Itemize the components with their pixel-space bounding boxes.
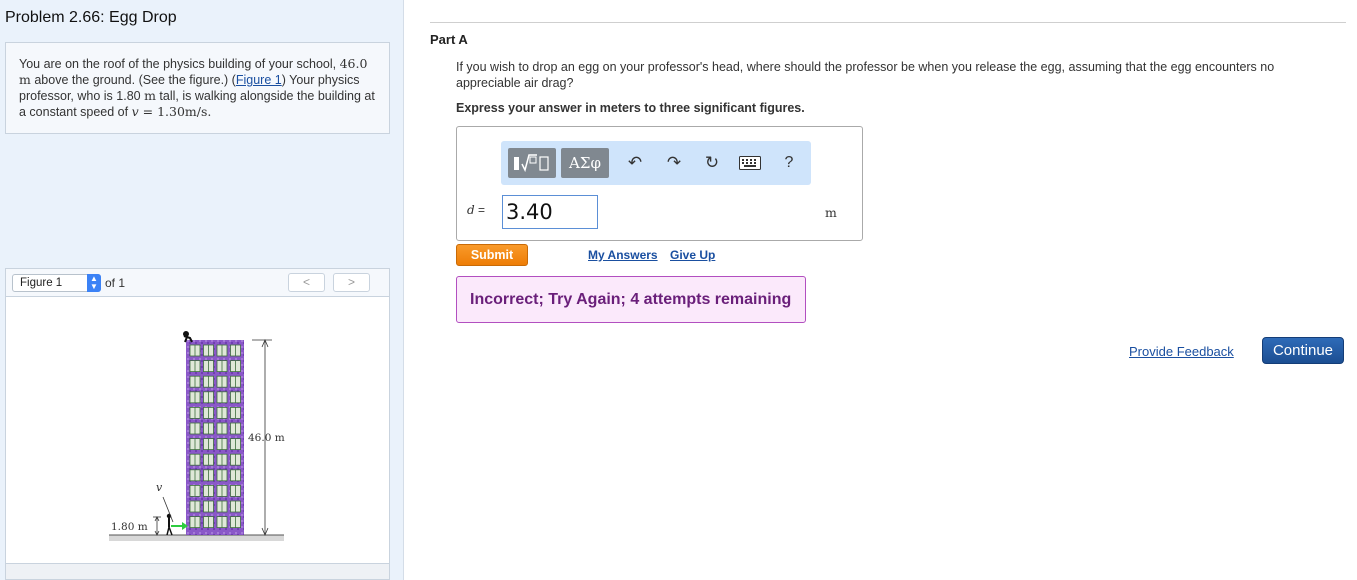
chevron-left-icon: < bbox=[302, 275, 310, 289]
select-arrows-icon: ▲ ▼ bbox=[87, 274, 101, 292]
prof-height-unit: m bbox=[144, 88, 156, 103]
height-label: 46.0 m bbox=[248, 432, 285, 444]
speed-variable: v bbox=[131, 104, 139, 119]
figure-image: 46.0 m v 1.80 m bbox=[5, 296, 390, 564]
answer-input[interactable]: 3.40 bbox=[502, 195, 598, 229]
reset-icon[interactable]: ↻ bbox=[699, 151, 725, 175]
my-answers-link[interactable]: My Answers bbox=[588, 248, 658, 262]
velocity-arrow bbox=[162, 496, 188, 530]
problem-title: Problem 2.66: Egg Drop bbox=[5, 9, 177, 26]
answer-box: ΑΣφ ↶ ↷ ↻ ? d = 3.40 m bbox=[456, 126, 863, 241]
figure-link[interactable]: Figure 1 bbox=[236, 73, 282, 87]
figure-count: of 1 bbox=[105, 276, 126, 290]
figure-select-value: Figure 1 bbox=[20, 277, 63, 289]
prev-figure-button[interactable]: < bbox=[288, 273, 325, 292]
answer-label: d = bbox=[467, 203, 485, 217]
divider bbox=[430, 22, 1346, 23]
speed-equation: = 1.30m/s. bbox=[138, 104, 212, 119]
help-button[interactable]: ? bbox=[776, 151, 802, 175]
problem-text-1: You are on the roof of the physics build… bbox=[19, 57, 340, 71]
answer-unit: m bbox=[825, 205, 837, 220]
feedback-message: Incorrect; Try Again; 4 attempts remaini… bbox=[456, 276, 806, 323]
height-value: 46.0 bbox=[339, 56, 368, 71]
submit-button[interactable]: Submit bbox=[456, 244, 528, 266]
height-unit: m bbox=[19, 72, 31, 87]
part-label: Part A bbox=[430, 32, 468, 47]
question-text: If you wish to drop an egg on your profe… bbox=[456, 60, 1275, 90]
problem-statement: You are on the roof of the physics build… bbox=[5, 42, 390, 134]
prof-height-dimension bbox=[153, 516, 161, 536]
problem-text-2: above the ground. (See the figure.) ( bbox=[30, 73, 236, 87]
problem-panel: Problem 2.66: Egg Drop You are on the ro… bbox=[0, 0, 404, 580]
speed-label: v bbox=[156, 481, 163, 494]
prof-height-label: 1.80 m bbox=[111, 521, 148, 533]
ground bbox=[109, 535, 284, 541]
answer-variable: d bbox=[467, 203, 475, 217]
template-button[interactable] bbox=[508, 148, 556, 178]
egg-drop-diagram: 46.0 m v 1.80 m bbox=[109, 331, 285, 541]
undo-icon[interactable]: ↶ bbox=[622, 151, 648, 175]
instruction-text: Express your answer in meters to three s… bbox=[456, 101, 805, 115]
math-toolbar: ΑΣφ ↶ ↷ ↻ ? bbox=[501, 141, 811, 185]
redo-icon[interactable]: ↷ bbox=[661, 151, 687, 175]
keyboard-icon[interactable] bbox=[737, 151, 763, 175]
next-figure-button[interactable]: > bbox=[333, 273, 370, 292]
figure-navigation: Figure 1 ▲ ▼ of 1 < > bbox=[5, 268, 390, 296]
continue-button[interactable]: Continue bbox=[1262, 337, 1344, 364]
give-up-link[interactable]: Give Up bbox=[670, 248, 715, 262]
building bbox=[186, 340, 244, 535]
chevron-right-icon: > bbox=[347, 275, 355, 289]
figure-select[interactable]: Figure 1 ▲ ▼ bbox=[12, 274, 101, 292]
figure-footer bbox=[5, 564, 390, 580]
template-icon bbox=[514, 154, 549, 173]
greek-button[interactable]: ΑΣφ bbox=[561, 148, 609, 178]
answer-equals: = bbox=[474, 203, 486, 217]
provide-feedback-link[interactable]: Provide Feedback bbox=[1129, 344, 1234, 359]
